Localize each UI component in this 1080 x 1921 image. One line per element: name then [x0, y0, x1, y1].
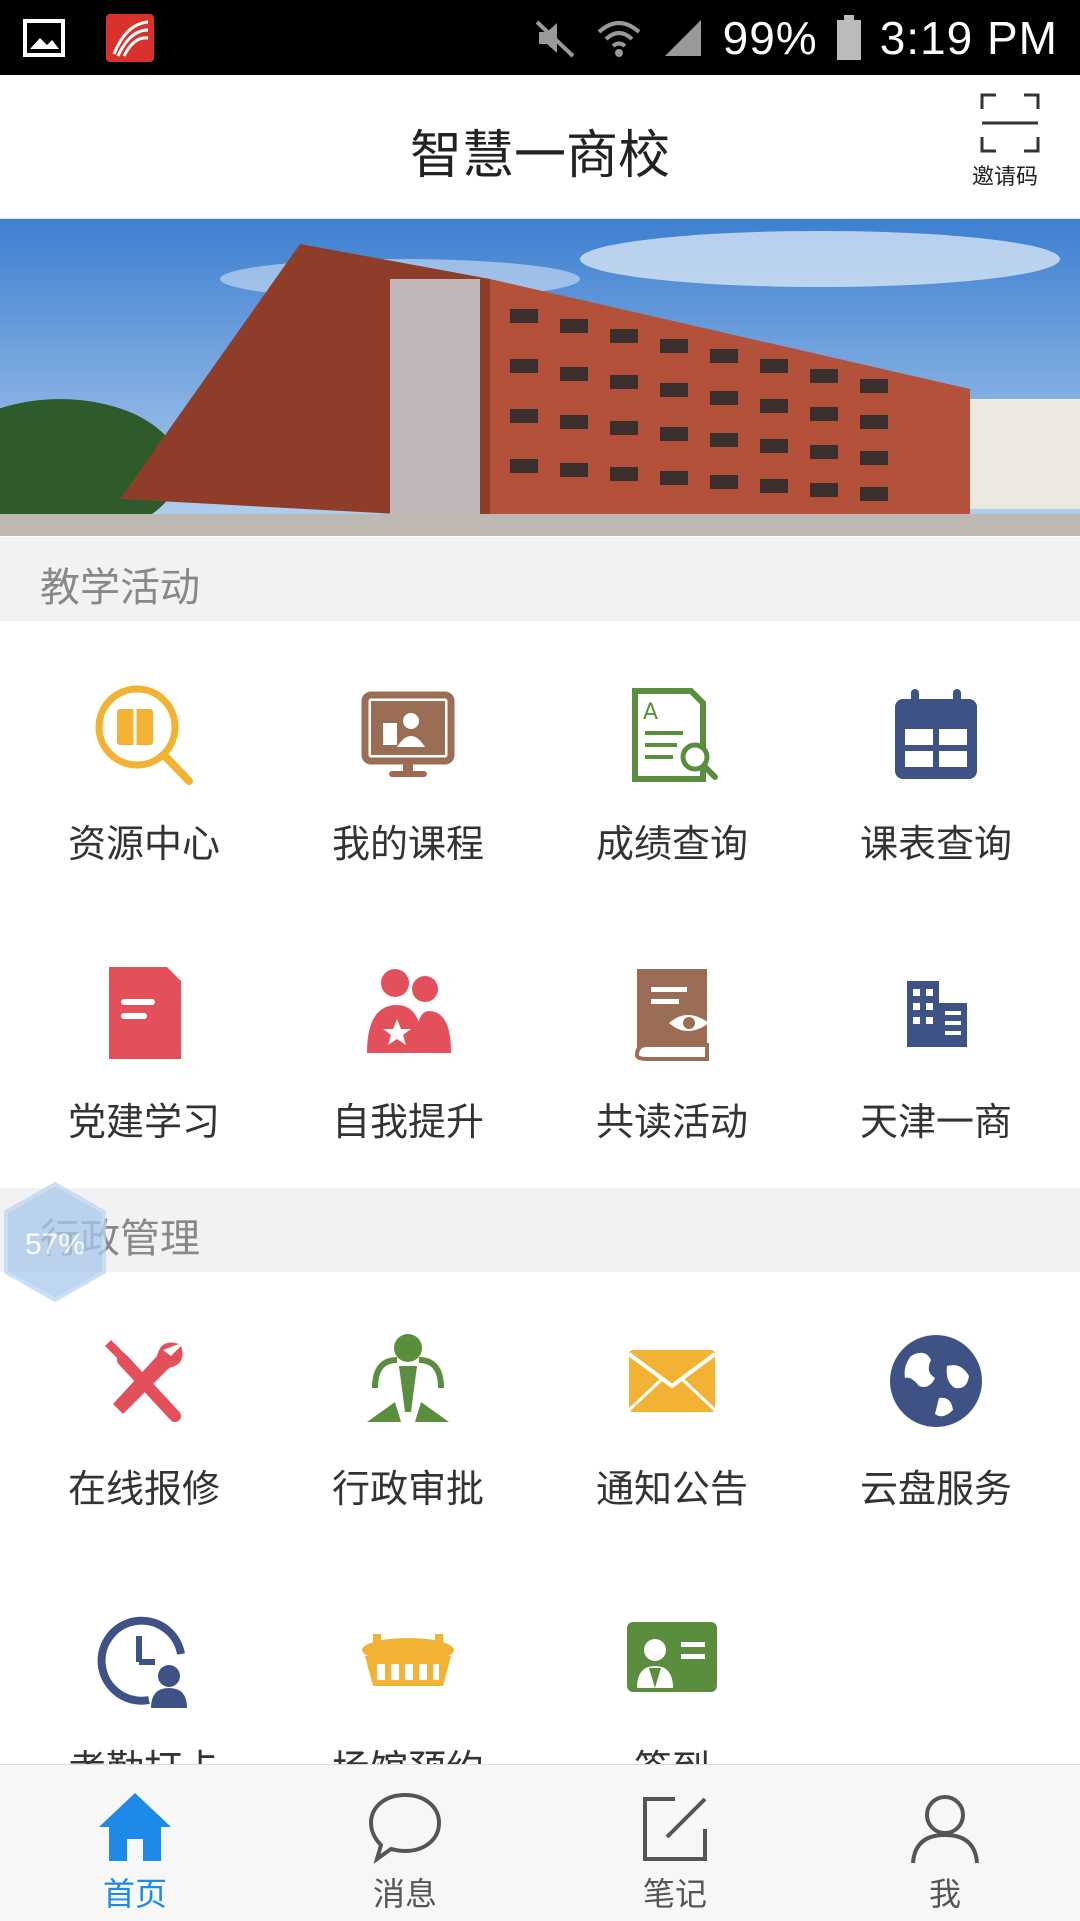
clock: 3:19 PM	[879, 12, 1058, 64]
grid-item-label: 通知公告	[595, 1467, 748, 1511]
grid-item-label: 行政审批	[331, 1467, 484, 1511]
grid-item-label: 云盘服务	[859, 1467, 1012, 1511]
bottom-tab-bar: 首页 消息 笔记 我	[0, 1764, 1080, 1921]
app-notification-icon	[106, 14, 154, 62]
globe-icon	[890, 1335, 982, 1427]
mute-icon	[533, 16, 577, 60]
invite-code-label: 邀请码	[971, 165, 1038, 190]
grid-item-admin-approval[interactable]: 行政审批	[276, 1326, 540, 1513]
chat-bubble-icon	[368, 1792, 442, 1864]
grid-item-score-query[interactable]: A 成绩查询	[540, 681, 804, 868]
tab-label: 笔记	[642, 1875, 707, 1913]
grid-item-tianjin-yishang[interactable]: 天津一商	[804, 959, 1068, 1146]
page-title: 智慧一商校	[409, 126, 670, 186]
tab-home[interactable]: 首页	[0, 1765, 270, 1921]
battery-icon	[836, 15, 862, 61]
wifi-icon	[595, 16, 643, 60]
grid-item-online-repair[interactable]: 在线报修	[12, 1326, 276, 1513]
home-icon	[99, 1793, 171, 1861]
grid-item-my-courses[interactable]: 我的课程	[276, 681, 540, 868]
presentation-icon	[361, 691, 455, 777]
tab-me[interactable]: 我	[810, 1765, 1080, 1921]
grid-item-label: 党建学习	[67, 1100, 220, 1144]
resource-search-icon	[95, 685, 193, 785]
grid-item-label: 课表查询	[859, 822, 1012, 866]
grid-item-self-improvement[interactable]: 自我提升	[276, 959, 540, 1146]
app-header: 智慧一商校 邀请码	[0, 75, 1080, 219]
tools-icon	[105, 1340, 183, 1422]
book-eye-icon	[634, 969, 709, 1061]
buildings-icon	[907, 981, 967, 1047]
grid-item-label: 在线报修	[67, 1467, 220, 1511]
tab-messages[interactable]: 消息	[270, 1765, 540, 1921]
gallery-notification-icon	[23, 19, 65, 57]
clock-person-icon	[97, 1616, 187, 1708]
edit-note-icon	[643, 1797, 707, 1861]
signal-icon	[661, 16, 705, 60]
tab-label: 首页	[102, 1875, 167, 1913]
grid-item-party-study[interactable]: 党建学习	[12, 959, 276, 1146]
battery-percent: 99%	[722, 12, 818, 64]
grid-item-cloud-disk[interactable]: 云盘服务	[804, 1326, 1068, 1513]
document-icon	[109, 967, 181, 1059]
status-bar: 99% 3:19 PM	[0, 0, 1080, 75]
grid-item-reading-activity[interactable]: 共读活动	[540, 959, 804, 1146]
grid-item-label: 成绩查询	[595, 822, 748, 866]
user-icon	[911, 1795, 979, 1864]
banner-image[interactable]	[0, 219, 1080, 536]
tab-notes[interactable]: 笔记	[540, 1765, 810, 1921]
invite-code-button[interactable]: 邀请码	[970, 93, 1050, 191]
section-header-teaching: 教学活动	[0, 537, 1080, 621]
grid-item-label: 我的课程	[331, 822, 484, 866]
svg-text:A: A	[643, 700, 658, 725]
tab-label: 消息	[372, 1875, 437, 1913]
tab-label: 我	[928, 1875, 961, 1913]
badge-percent: 57%	[25, 1228, 85, 1261]
grid-item-label: 自我提升	[331, 1100, 484, 1144]
grid-item-timetable[interactable]: 课表查询	[804, 681, 1068, 868]
grid-item-label: 天津一商	[859, 1100, 1012, 1144]
calendar-icon	[895, 689, 977, 779]
grid-item-label: 共读活动	[595, 1100, 748, 1144]
grid-item-notice[interactable]: 通知公告	[540, 1326, 804, 1513]
section-header-admin: 行政管理	[0, 1188, 1080, 1272]
stadium-icon	[362, 1634, 454, 1686]
section-title: 教学活动	[40, 565, 200, 611]
grid-item-resource-center[interactable]: 资源中心	[12, 681, 276, 868]
envelope-icon	[627, 1350, 717, 1412]
grid-item-label: 资源中心	[67, 822, 220, 866]
id-card-icon	[627, 1622, 717, 1692]
floating-progress-badge[interactable]: 57%	[0, 1180, 110, 1304]
score-document-icon: A	[632, 688, 718, 782]
scan-frame-icon	[980, 93, 1040, 153]
approval-person-icon	[367, 1334, 449, 1422]
people-star-icon	[367, 969, 451, 1053]
